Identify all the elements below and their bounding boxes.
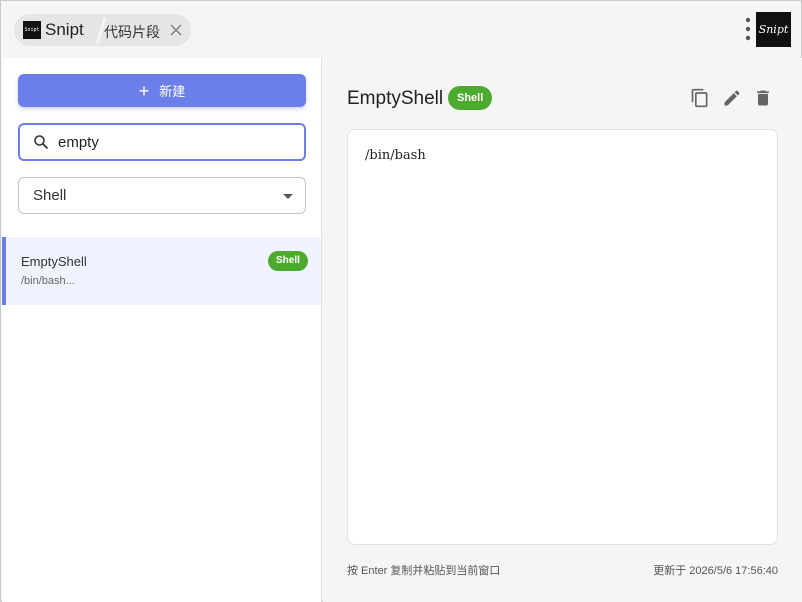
plus-icon: + bbox=[138, 80, 150, 101]
delete-icon[interactable] bbox=[753, 88, 773, 108]
keyboard-hint: 按 Enter 复制并粘贴到当前窗口 bbox=[347, 565, 501, 577]
snippet-item-language-badge: Shell bbox=[268, 251, 308, 271]
search-box[interactable] bbox=[18, 123, 306, 161]
tab-label[interactable]: 代码片段 bbox=[104, 22, 160, 42]
app-logo: Snipt bbox=[23, 21, 41, 39]
snippet-item-preview: /bin/bash... bbox=[21, 275, 75, 287]
updated-timestamp: 更新于 2026/5/6 17:56:40 bbox=[653, 565, 778, 577]
new-button-label: 新建 bbox=[159, 84, 186, 99]
copy-icon[interactable] bbox=[690, 88, 710, 108]
app-name: Snipt bbox=[45, 20, 84, 39]
new-snippet-button[interactable]: + 新建 bbox=[18, 74, 306, 107]
snippet-language-badge: Shell bbox=[448, 86, 493, 110]
language-select[interactable]: Shell bbox=[18, 177, 306, 214]
app-window: Snipt Snipt 代码片段 Snipt + 新建 empty Shell … bbox=[0, 0, 802, 602]
search-input[interactable] bbox=[58, 132, 288, 152]
snippet-title: EmptyShell bbox=[347, 88, 444, 109]
brand-logo: Snipt bbox=[756, 12, 791, 47]
code-content: /bin/bash bbox=[365, 148, 426, 163]
language-select-value: Shell bbox=[33, 187, 67, 204]
more-vert-icon[interactable] bbox=[745, 17, 751, 41]
code-panel[interactable]: /bin/bash bbox=[347, 129, 778, 545]
app-tab[interactable]: Snipt Snipt 代码片段 bbox=[14, 14, 191, 46]
sidebar: + 新建 Shell EmptyShell /bin/bash... Shell bbox=[2, 58, 322, 602]
close-icon[interactable] bbox=[168, 22, 184, 38]
snippet-list-item[interactable]: EmptyShell /bin/bash... Shell bbox=[2, 237, 321, 305]
snippet-detail: EmptyShell Shell /bin/bash 按 Enter 复制并粘贴… bbox=[323, 58, 802, 602]
caret-down-icon bbox=[283, 194, 293, 199]
search-icon bbox=[34, 135, 49, 150]
snippet-item-title: EmptyShell bbox=[21, 254, 87, 269]
edit-icon[interactable] bbox=[722, 88, 742, 108]
title-bar: Snipt Snipt 代码片段 Snipt bbox=[1, 1, 801, 58]
